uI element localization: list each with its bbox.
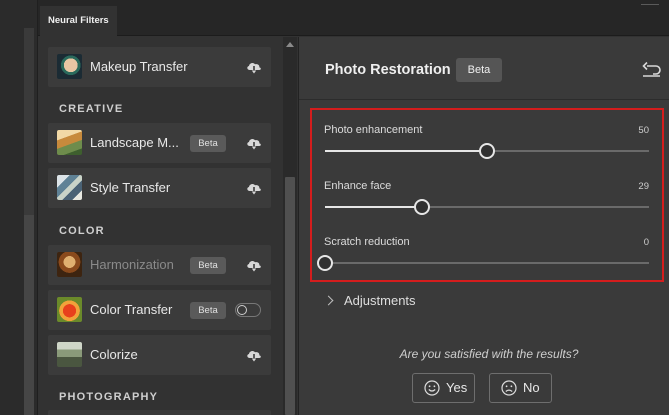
filter-item-color-transfer[interactable]: Color Transfer Beta xyxy=(48,290,271,330)
filter-item-colorize[interactable]: Colorize xyxy=(48,335,271,375)
slider-value: 29 xyxy=(638,181,649,192)
slider-knob[interactable] xyxy=(479,143,495,159)
slider-fill xyxy=(325,150,487,152)
filter-item-landscape-mixer[interactable]: Landscape M... Beta xyxy=(48,123,271,163)
filter-item-style-transfer[interactable]: Style Transfer xyxy=(48,168,271,208)
slider-value: 0 xyxy=(643,237,649,248)
scroll-up-arrow-icon[interactable] xyxy=(286,42,294,47)
filter-list: Makeup Transfer CREATIVE Landscape M... … xyxy=(38,37,283,415)
tab-neural-filters[interactable]: Neural Filters xyxy=(40,6,117,36)
adjustments-expander[interactable]: Adjustments xyxy=(323,293,416,308)
filter-enable-toggle[interactable] xyxy=(235,303,261,317)
slider-track[interactable] xyxy=(317,255,649,271)
scrollbar-thumb[interactable] xyxy=(285,177,295,415)
section-heading-color: COLOR xyxy=(59,225,105,237)
filter-item-partial[interactable] xyxy=(48,410,271,415)
filter-name: Color Transfer xyxy=(90,302,173,317)
smile-icon xyxy=(424,380,440,396)
canvas-side-strip xyxy=(0,0,38,415)
yes-label: Yes xyxy=(446,380,468,395)
side-scroll-thumb[interactable] xyxy=(24,215,34,415)
slider-label: Photo enhancement xyxy=(324,124,423,136)
slider-value: 50 xyxy=(638,125,649,136)
filter-name: Colorize xyxy=(90,347,138,362)
feedback-question: Are you satisfied with the results? xyxy=(399,347,579,361)
panel-title: Photo Restoration xyxy=(325,62,451,78)
yes-button[interactable]: Yes xyxy=(412,373,475,403)
no-button[interactable]: No xyxy=(489,373,552,403)
panel-divider xyxy=(299,99,669,100)
colorize-thumbnail xyxy=(57,342,82,367)
filter-name: Style Transfer xyxy=(90,180,171,195)
panel-menu-line xyxy=(641,0,659,5)
filter-list-scrollbar[interactable] xyxy=(283,37,297,415)
slider-track[interactable] xyxy=(325,143,649,159)
section-heading-photography: PHOTOGRAPHY xyxy=(59,391,159,403)
tab-row: Neural Filters xyxy=(38,0,669,36)
color-transfer-thumbnail xyxy=(57,297,82,322)
no-label: No xyxy=(523,380,540,395)
chevron-right-icon xyxy=(323,295,334,306)
beta-badge: Beta xyxy=(190,302,226,319)
section-heading-creative: CREATIVE xyxy=(59,103,124,115)
slider-knob[interactable] xyxy=(317,255,333,271)
cloud-download-icon[interactable] xyxy=(245,135,263,151)
cloud-download-icon[interactable] xyxy=(245,180,263,196)
style-transfer-thumbnail xyxy=(57,175,82,200)
beta-badge: Beta xyxy=(190,257,226,274)
filter-item-harmonization[interactable]: Harmonization Beta xyxy=(48,245,271,285)
cloud-download-icon[interactable] xyxy=(245,59,263,75)
beta-badge: Beta xyxy=(190,135,226,152)
undo-icon[interactable] xyxy=(641,61,661,79)
adjustments-label: Adjustments xyxy=(344,293,416,308)
neural-filters-window: Neural Filters Makeup Transfer CREATIVE … xyxy=(0,0,669,415)
landscape-mixer-thumbnail xyxy=(57,130,82,155)
slider-label: Scratch reduction xyxy=(324,236,410,248)
cloud-download-icon[interactable] xyxy=(245,347,263,363)
slider-fill xyxy=(325,206,423,208)
beta-badge: Beta xyxy=(456,58,502,82)
harmonization-thumbnail xyxy=(57,252,82,277)
filter-name: Landscape M... xyxy=(90,135,179,150)
cloud-download-icon[interactable] xyxy=(245,257,263,273)
slider-label: Enhance face xyxy=(324,180,392,192)
slider-track[interactable] xyxy=(325,199,649,215)
filter-settings-panel: Photo Restoration Beta Photo enhancement… xyxy=(298,37,669,415)
filter-item-makeup-transfer[interactable]: Makeup Transfer xyxy=(48,47,271,87)
filter-name: Harmonization xyxy=(90,257,174,272)
filter-name: Makeup Transfer xyxy=(90,59,188,74)
frown-icon xyxy=(501,380,517,396)
makeup-transfer-thumbnail xyxy=(57,54,82,79)
